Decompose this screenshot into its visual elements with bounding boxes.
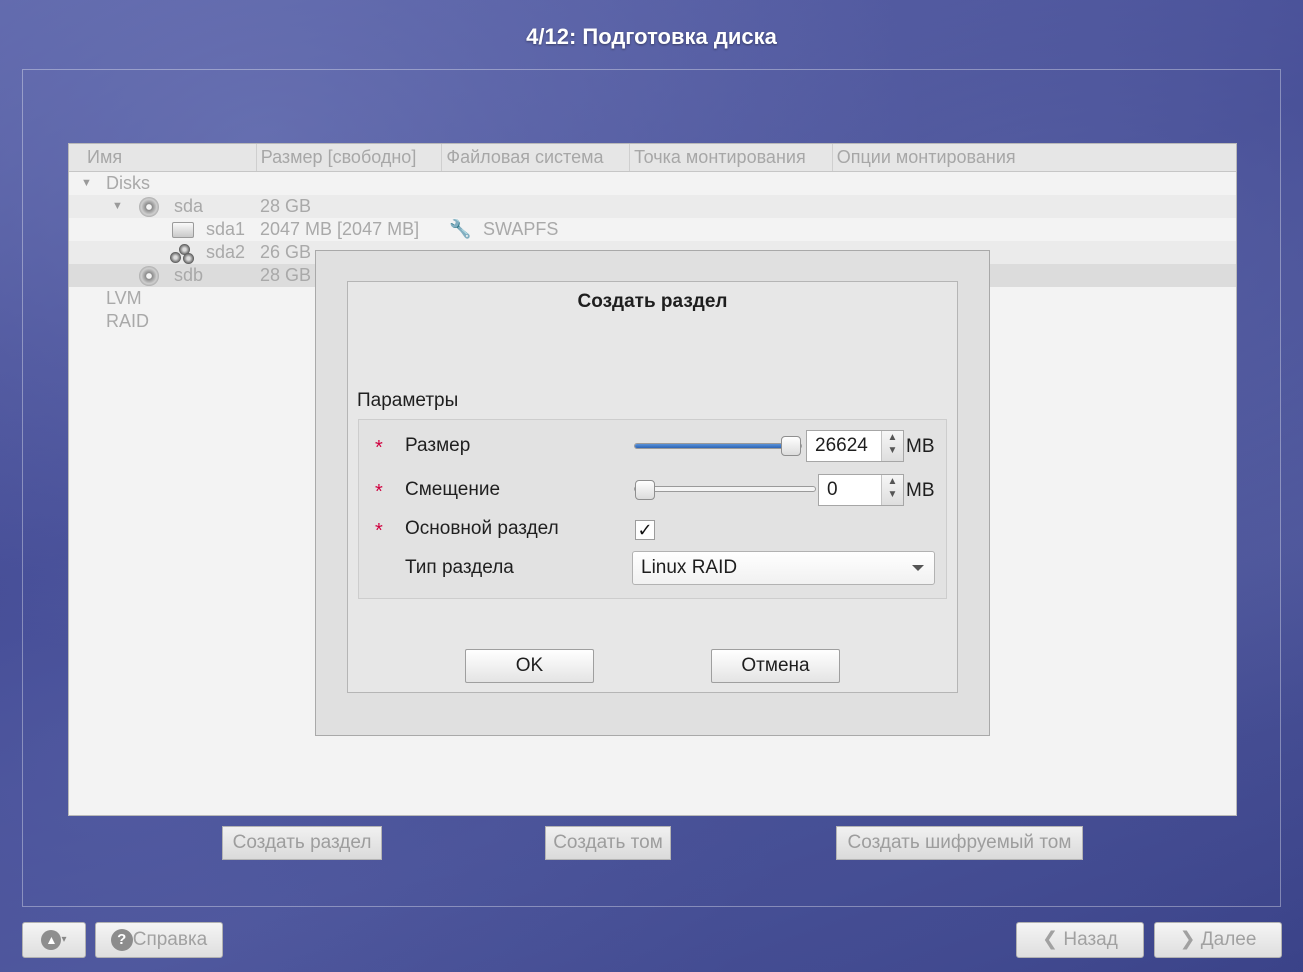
help-label: Справка bbox=[132, 929, 208, 950]
partition-icon bbox=[172, 222, 194, 239]
row-name: sdb bbox=[174, 265, 204, 285]
row-size: 26 GB bbox=[260, 242, 312, 262]
offset-slider[interactable] bbox=[634, 486, 816, 492]
arrow-up-circle-icon: ▲ bbox=[41, 930, 62, 950]
required-marker: * bbox=[375, 481, 383, 503]
offset-unit: MB bbox=[906, 480, 935, 501]
disk-icon bbox=[139, 197, 159, 218]
size-slider[interactable] bbox=[634, 443, 802, 449]
spin-arrows-icon[interactable]: ▲ ▼ bbox=[881, 431, 903, 461]
size-unit: MB bbox=[906, 436, 935, 457]
row-name: sda1 bbox=[206, 219, 246, 239]
type-label: Тип раздела bbox=[405, 557, 514, 578]
help-icon: ? bbox=[110, 928, 133, 951]
wrench-icon: 🔧 bbox=[449, 219, 472, 239]
back-label: Назад bbox=[1063, 929, 1118, 950]
dropdown-arrow-icon bbox=[912, 565, 924, 571]
tree-row-disks[interactable]: ▼ Disks bbox=[69, 172, 1236, 195]
tree-header: Имя Размер [свободно] Файловая система Т… bbox=[69, 144, 1236, 172]
back-button[interactable]: ❮ Назад bbox=[1016, 922, 1144, 958]
create-encrypted-volume-button[interactable]: Создать шифруемый том bbox=[836, 826, 1083, 860]
row-name: RAID bbox=[106, 311, 150, 331]
size-value: 26624 bbox=[815, 435, 868, 456]
size-slider-fill bbox=[635, 444, 801, 448]
offset-label: Смещение bbox=[405, 479, 501, 500]
next-button[interactable]: ❯ Далее bbox=[1154, 922, 1282, 958]
tree-row-sda1[interactable]: sda1 2047 MB [2047 MB] 🔧 SWAPFS bbox=[69, 218, 1236, 241]
required-marker: * bbox=[375, 520, 383, 542]
check-icon: ✓ bbox=[637, 520, 653, 540]
column-filesystem[interactable]: Файловая система bbox=[442, 144, 631, 171]
expand-arrow-icon[interactable]: ▼ bbox=[81, 172, 92, 195]
create-partition-button[interactable]: Создать раздел bbox=[222, 826, 382, 860]
tree-row-sda[interactable]: ▼ sda 28 GB bbox=[69, 195, 1236, 218]
offset-slider-handle[interactable] bbox=[635, 480, 655, 500]
size-spinbox[interactable]: 26624 ▲ ▼ bbox=[806, 430, 904, 462]
row-name: sda bbox=[174, 196, 204, 216]
size-label: Размер bbox=[405, 435, 471, 456]
disk-icon bbox=[139, 266, 159, 287]
offset-value: 0 bbox=[827, 479, 838, 500]
row-name: LVM bbox=[106, 288, 142, 308]
required-marker: * bbox=[375, 437, 383, 459]
chevron-left-icon: ❮ bbox=[1042, 929, 1064, 950]
next-label: Далее bbox=[1200, 929, 1257, 950]
dialog-title: Создать раздел bbox=[577, 291, 728, 312]
chevron-down-icon: ▾ bbox=[61, 934, 67, 945]
column-size[interactable]: Размер [свободно] bbox=[257, 144, 443, 171]
size-slider-handle[interactable] bbox=[781, 436, 801, 456]
row-name: Disks bbox=[106, 173, 150, 193]
partition-type-value: Linux RAID bbox=[641, 557, 738, 578]
column-mount-options[interactable]: Опции монтирования bbox=[833, 144, 1236, 171]
cancel-button[interactable]: Отмена bbox=[711, 649, 840, 683]
menu-button[interactable]: ▲ ▾ bbox=[22, 922, 86, 958]
params-label: Параметры bbox=[357, 390, 459, 411]
offset-spinbox[interactable]: 0 ▲ ▼ bbox=[818, 474, 904, 506]
row-name: sda2 bbox=[206, 242, 246, 262]
column-name[interactable]: Имя bbox=[69, 144, 257, 171]
chevron-right-icon: ❯ bbox=[1179, 929, 1201, 950]
spin-arrows-icon[interactable]: ▲ ▼ bbox=[881, 475, 903, 505]
expand-arrow-icon[interactable]: ▼ bbox=[112, 195, 123, 218]
create-volume-button[interactable]: Создать том bbox=[545, 826, 671, 860]
row-filesystem: SWAPFS bbox=[483, 219, 559, 239]
raid-icon bbox=[170, 244, 194, 265]
help-button[interactable]: ? Справка bbox=[95, 922, 223, 958]
ok-button[interactable]: OK bbox=[465, 649, 594, 683]
partition-type-select[interactable]: Linux RAID bbox=[632, 551, 935, 585]
row-size: 28 GB bbox=[260, 196, 312, 216]
primary-label: Основной раздел bbox=[405, 518, 559, 539]
row-size: 2047 MB [2047 MB] bbox=[260, 219, 420, 239]
row-size: 28 GB bbox=[260, 265, 312, 285]
primary-checkbox[interactable]: ✓ bbox=[635, 520, 655, 540]
wizard-title: 4/12: Подготовка диска bbox=[526, 24, 777, 49]
column-mountpoint[interactable]: Точка монтирования bbox=[630, 144, 833, 171]
